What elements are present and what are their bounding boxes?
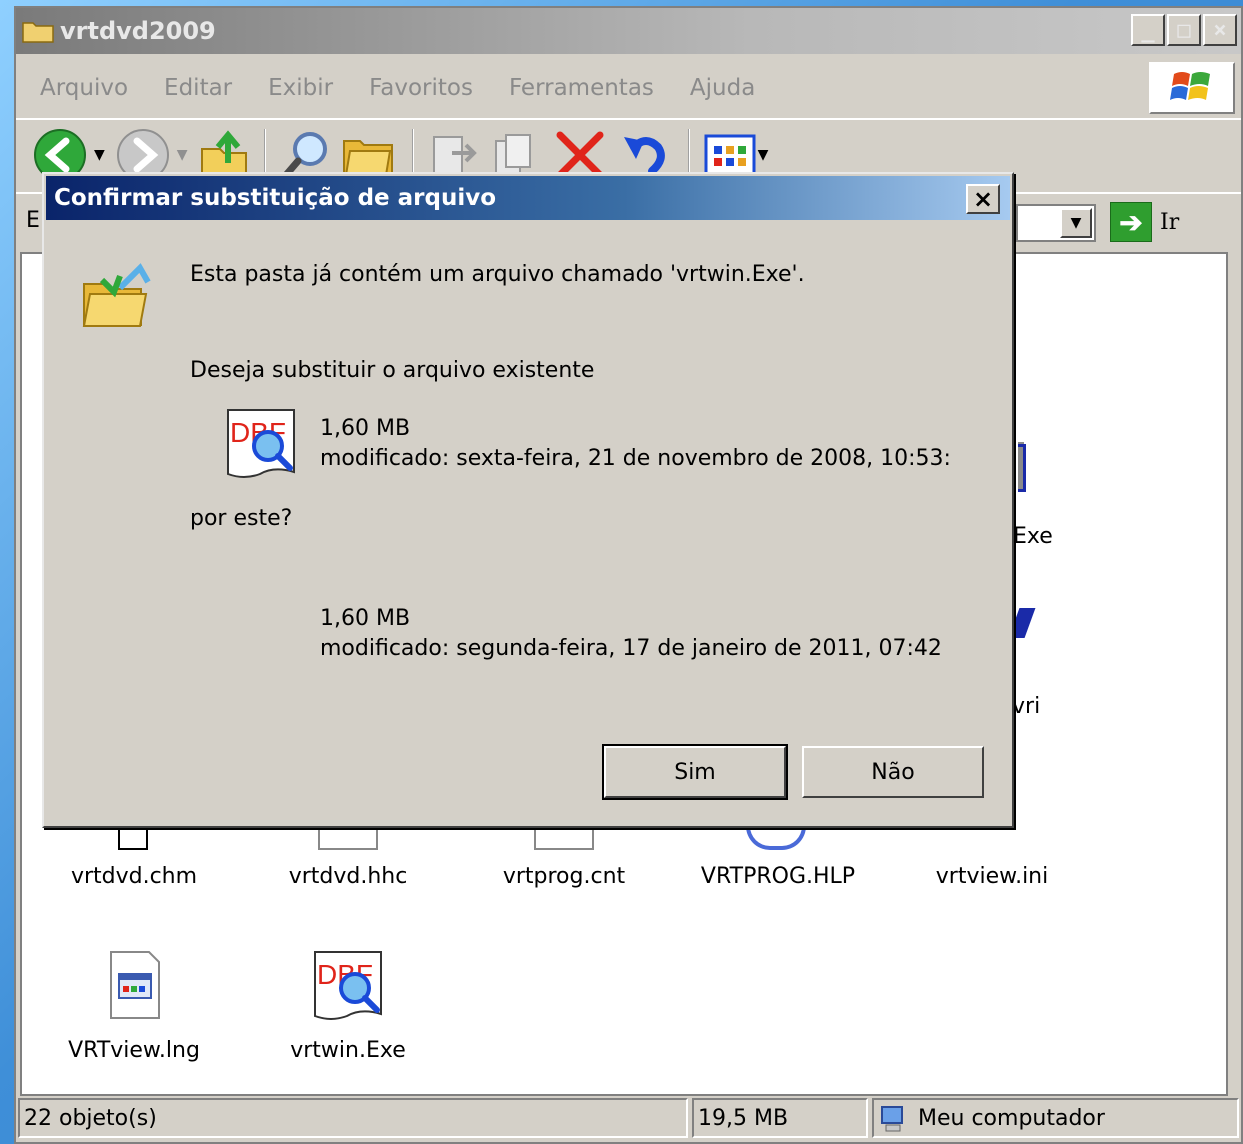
file-item[interactable]: vrtdvd.chm <box>34 864 234 889</box>
confirm-replace-dialog: Confirmar substituição de arquivo × Esta… <box>42 172 1014 828</box>
file-item[interactable]: DBF vrtwin.Exe <box>248 948 448 1063</box>
address-dropdown-icon[interactable]: ▼ <box>1060 208 1092 238</box>
replace-folder-icon <box>82 263 151 327</box>
existing-file-icon: DBF <box>227 409 295 478</box>
status-objects: 22 objeto(s) <box>18 1098 688 1138</box>
status-location: Meu computador <box>872 1098 1239 1138</box>
status-location-label: Meu computador <box>918 1105 1105 1131</box>
address-combo[interactable]: ▼ <box>1016 204 1096 242</box>
dbf-exe-icon: DBF <box>314 951 382 1020</box>
window-controls: _ □ × <box>1131 14 1237 46</box>
partial-icon <box>534 830 594 850</box>
dialog-close-button[interactable]: × <box>966 184 1000 214</box>
back-dropdown-icon[interactable]: ▼ <box>94 147 105 163</box>
existing-file-size: 1,60 MB <box>320 416 411 441</box>
yes-button[interactable]: Sim <box>602 744 788 800</box>
partial-file-label: vri <box>1012 694 1041 719</box>
minimize-button[interactable]: _ <box>1131 14 1165 46</box>
partial-icon <box>318 830 378 850</box>
partial-icon <box>1018 444 1026 492</box>
file-item[interactable]: vrtdvd.hhc <box>248 864 448 889</box>
go-button[interactable]: ➔ Ir <box>1110 202 1179 242</box>
file-name: vrtview.ini <box>935 864 1049 889</box>
close-button[interactable]: × <box>1203 14 1237 46</box>
status-size: 19,5 MB <box>692 1098 868 1138</box>
file-name: vrtdvd.hhc <box>288 864 408 889</box>
menu-arquivo[interactable]: Arquivo <box>40 75 128 101</box>
dialog-question: Deseja substituir o arquivo existente <box>190 358 595 383</box>
file-name: vrtdvd.chm <box>70 864 198 889</box>
menu-editar[interactable]: Editar <box>164 75 232 101</box>
file-item[interactable]: VRTview.lng <box>34 948 234 1063</box>
file-name: VRTview.lng <box>68 1038 200 1063</box>
new-file-size: 1,60 MB <box>320 606 411 631</box>
menu-favoritos[interactable]: Favoritos <box>369 75 473 101</box>
new-file-modified: modificado: segunda-feira, 17 de janeiro… <box>320 636 942 661</box>
file-item[interactable]: VRTPROG.HLP <box>678 864 878 889</box>
forward-dropdown-icon[interactable]: ▼ <box>177 147 188 163</box>
file-name: VRTPROG.HLP <box>700 864 856 889</box>
address-label: E <box>26 208 40 233</box>
go-label: Ir <box>1160 209 1180 235</box>
file-name: vrtwin.Exe <box>290 1038 406 1063</box>
lng-file-icon <box>110 951 160 1019</box>
dialog-title: Confirmar substituição de arquivo <box>54 185 497 211</box>
menu-ajuda[interactable]: Ajuda <box>690 75 755 101</box>
by-this-label: por este? <box>190 506 293 531</box>
existing-file-modified: modificado: sexta-feira, 21 de novembro … <box>320 446 951 471</box>
file-item[interactable]: vrtview.ini <box>892 864 1092 889</box>
dialog-titlebar[interactable]: Confirmar substituição de arquivo × <box>46 176 1010 220</box>
menu-ferramentas[interactable]: Ferramentas <box>509 75 654 101</box>
views-dropdown-icon[interactable]: ▼ <box>758 147 769 163</box>
go-arrow-icon: ➔ <box>1110 202 1152 242</box>
dialog-message: Esta pasta já contém um arquivo chamado … <box>190 262 805 287</box>
menu-bar: Arquivo Editar Exibir Favoritos Ferramen… <box>16 60 1241 116</box>
menu-exibir[interactable]: Exibir <box>268 75 333 101</box>
my-computer-icon <box>881 1106 903 1132</box>
maximize-button[interactable]: □ <box>1167 14 1201 46</box>
no-button[interactable]: Não <box>802 746 984 798</box>
window-titlebar[interactable]: vrtdvd2009 _ □ × <box>16 8 1241 54</box>
windows-logo-icon <box>1149 62 1235 114</box>
window-title: vrtdvd2009 <box>60 17 216 45</box>
status-bar: 22 objeto(s) 19,5 MB Meu computador <box>16 1096 1241 1142</box>
file-name: vrtprog.cnt <box>502 864 626 889</box>
folder-icon <box>22 22 54 43</box>
partial-icon <box>118 830 148 850</box>
file-item[interactable]: vrtprog.cnt <box>464 864 664 889</box>
partial-icon <box>746 826 806 850</box>
